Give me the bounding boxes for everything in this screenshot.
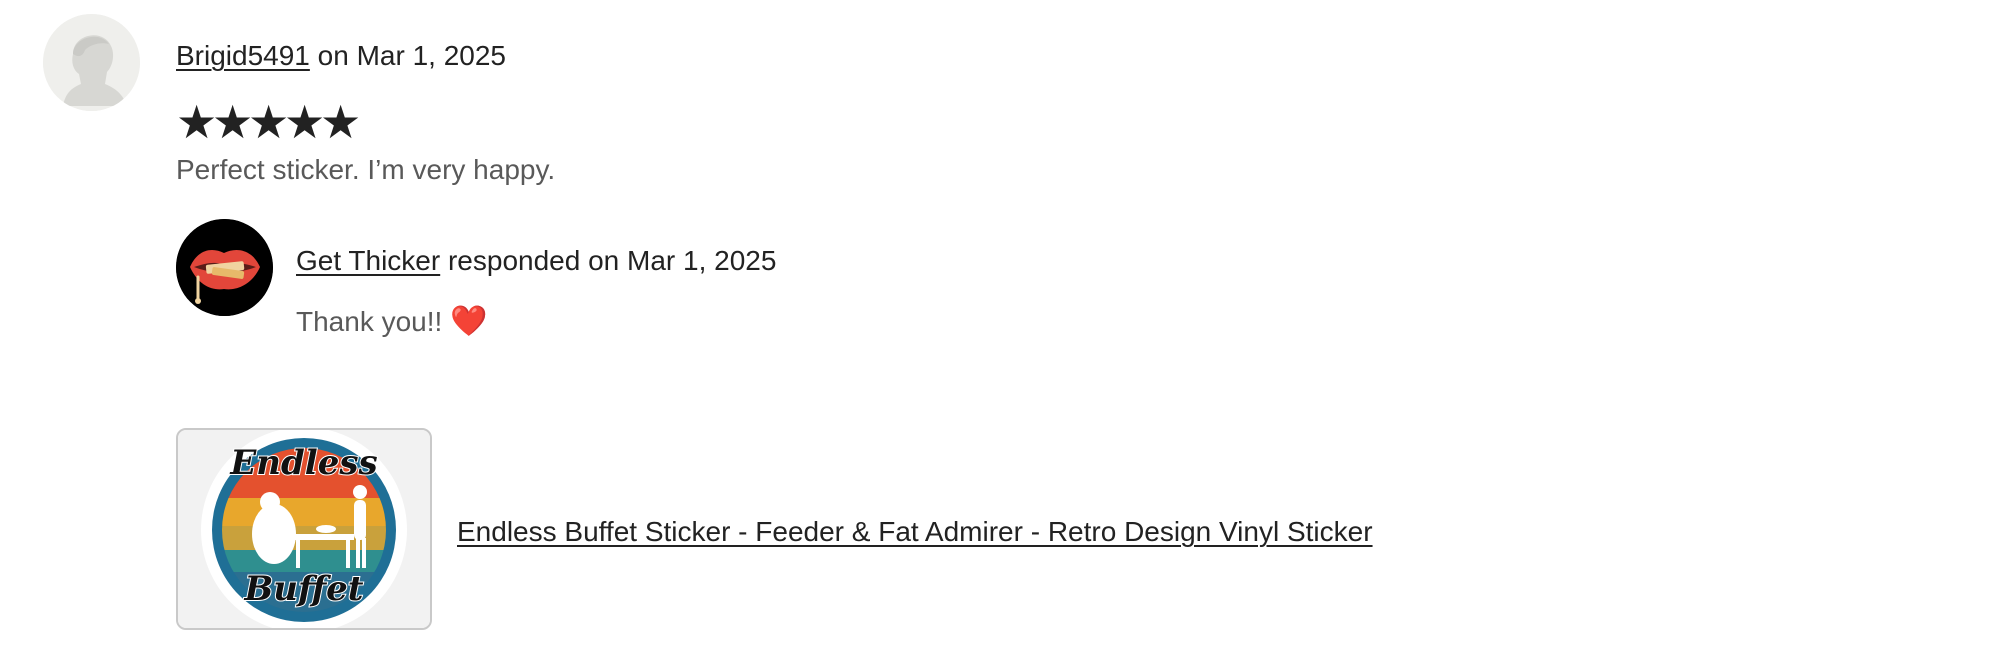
response-text: Thank you!! ❤️ <box>296 304 487 340</box>
response-message: Thank you!! <box>296 306 451 337</box>
seller-avatar <box>176 219 273 316</box>
star-icon: ★ <box>176 96 218 148</box>
response-date: responded on Mar 1, 2025 <box>440 245 777 276</box>
review-date: on Mar 1, 2025 <box>309 40 506 71</box>
sticker-text-top: Endless <box>229 443 377 483</box>
response-meta: Get Thicker responded on Mar 1, 2025 <box>296 243 776 279</box>
seller-name-link[interactable]: Get Thicker <box>296 245 440 276</box>
default-user-icon <box>43 14 140 111</box>
reviewer-avatar <box>43 14 140 111</box>
heart-icon: ❤️ <box>450 305 488 338</box>
sticker-text-bottom: Buffet <box>244 569 364 609</box>
review-meta: Brigid5491 on Mar 1, 2025 <box>176 38 506 74</box>
star-icon: ★ <box>248 96 290 148</box>
review-text: Perfect sticker. I’m very happy. <box>176 154 556 185</box>
star-icon: ★ <box>284 96 326 148</box>
star-icon: ★ <box>320 96 362 148</box>
star-icon: ★ <box>212 96 254 148</box>
lips-logo-icon <box>176 219 273 316</box>
reviewer-name-link[interactable]: Brigid5491 <box>176 40 310 71</box>
star-rating: ★ ★ ★ ★ ★ <box>176 96 362 148</box>
listing-title-link[interactable]: Endless Buffet Sticker - Feeder & Fat Ad… <box>457 514 1373 550</box>
listing-thumbnail[interactable]: Endless Buffet <box>176 428 432 630</box>
sticker-image: Endless Buffet <box>178 430 430 628</box>
